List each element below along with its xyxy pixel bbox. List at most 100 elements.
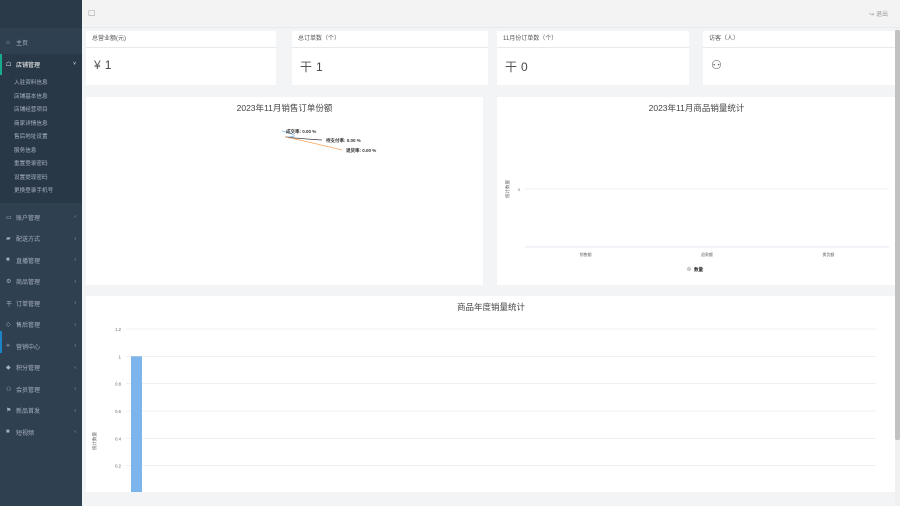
pie-chart: 成交率: 0.00 % 待支付率: 0.00 % 退货率: 0.00 %	[281, 128, 376, 154]
sidebar-submenu: 入驻资料信息 店铺基本信息 店铺经营项目 商家详情信息 售后地址设置 服务信息 重置登录密码…	[0, 75, 82, 203]
stat-card-title: 访客（人）	[703, 31, 896, 48]
sidebar-item-label: 配送方式	[16, 237, 41, 244]
yen-icon: ¥	[94, 58, 101, 72]
submenu-item[interactable]: 店铺经营项目	[0, 104, 82, 118]
sidebar-item[interactable]: ◆ 积分管理 ‹	[0, 357, 82, 379]
submenu-item[interactable]: 服务信息	[0, 145, 82, 159]
stat-card-title: 总订单数（个）	[292, 31, 488, 48]
top-bar: ▢ ↪ 退出	[82, 0, 900, 28]
sidebar-item-label: 营销中心	[16, 344, 41, 351]
sidebar: ⌂ 主页 ☖ 店铺管理 ˅ 入驻资料信息 店铺基本信息 店铺经营项目 商家详情信息 售后地址设置…	[0, 0, 82, 506]
order-icon: 干	[300, 60, 313, 74]
chevron-icon: ‹	[74, 343, 76, 350]
sidebar-item[interactable]: ⚙ 商品管理 ‹	[0, 271, 82, 293]
video-camera-icon: ■	[6, 429, 10, 436]
points-icon: ◆	[6, 365, 11, 372]
sidebar-item-label: 会员管理	[16, 387, 41, 394]
pie-slice-label: 成交率: 0.00 %	[286, 128, 316, 135]
submenu-item[interactable]: 重置登录密码	[0, 158, 82, 172]
x-tick-label: 退款额	[701, 251, 713, 257]
sidebar-item-label: 店铺管理	[16, 62, 41, 69]
pie-leader-line	[284, 136, 323, 141]
chevron-icon: ‹	[74, 235, 76, 242]
marketing-icon: ⟡	[6, 342, 10, 349]
sidebar-item[interactable]: ▭ 账户管理 ‹	[0, 207, 82, 229]
yearly-sales-chart-panel: 商品年度销量统计 1.2 1 0.8 0.6 0.4 0.2 统计数量	[86, 296, 896, 492]
y-tick-label: 0.2	[115, 464, 121, 469]
sidebar-item-label: 积分管理	[16, 366, 41, 373]
sidebar-item[interactable]: 干订单管理 ‹	[0, 293, 82, 315]
x-tick-label: 销售额	[580, 251, 592, 257]
truck-icon: ▰	[6, 236, 11, 243]
y-tick-label: 1.2	[115, 327, 121, 332]
yearly-bar-chart: 1.2 1 0.8 0.6 0.4 0.2 统计数量	[91, 327, 876, 492]
y-tick-label: 0	[518, 187, 521, 192]
monthly-bar-chart: 0 统计数量销售额 退款额 换货额数量	[504, 180, 889, 273]
credit-card-icon: ▭	[6, 214, 12, 221]
submenu-item[interactable]: 店铺基本信息	[0, 91, 82, 105]
sidebar-item[interactable]: ■ 短视频 ‹	[0, 422, 82, 444]
stat-card-total-orders: 总订单数（个） 干1	[292, 31, 488, 85]
y-tick-label: 0.8	[115, 382, 121, 387]
users-icon: ⚇	[711, 58, 722, 72]
logout-button[interactable]: ↪ 退出	[869, 9, 888, 18]
sidebar-item[interactable]: ⚇ 会员管理 ‹	[0, 379, 82, 401]
pie-chart-panel: 2023年11月销售订单份额 成交率: 0.00 % 待支付率: 0.00 % 退货…	[86, 97, 483, 285]
chevron-icon: ‹	[74, 300, 76, 307]
diamond-icon: ◇	[6, 322, 11, 329]
users-icon: ⚇	[6, 386, 12, 393]
chevron-icon: ‹	[74, 321, 76, 328]
pie-slice-label: 退货率: 0.00 %	[346, 147, 376, 154]
sidebar-header	[0, 0, 82, 28]
order-icon: 干	[6, 301, 13, 308]
y-tick-label: 1	[119, 354, 122, 359]
video-icon: ■	[6, 257, 10, 264]
sidebar-item-label: 新品首发	[16, 409, 41, 416]
submenu-item[interactable]: 入驻资料信息	[0, 77, 82, 91]
monitor-icon[interactable]: ▢	[88, 8, 96, 17]
y-axis-label: 统计数量	[91, 432, 98, 450]
x-tick-label: 换货额	[822, 251, 834, 257]
stat-card-value: 1	[316, 59, 323, 74]
sidebar-item[interactable]: ⌂ 主页	[0, 32, 82, 54]
sidebar-item[interactable]: ▰ 配送方式 ‹	[0, 228, 82, 250]
stat-card-revenue: 总营业额(元) ¥1	[86, 31, 276, 85]
sidebar-item-label: 主页	[16, 41, 29, 48]
submenu-item[interactable]: 售后地址设置	[0, 131, 82, 145]
stat-card-title: 总营业额(元)	[86, 31, 276, 48]
pie-slice-label: 待支付率: 0.00 %	[326, 137, 361, 144]
flag-icon: ⚑	[6, 408, 12, 415]
stat-card-month-orders: 11月份订单数（个） 干0	[497, 31, 689, 85]
submenu-item[interactable]: 设置提现密码	[0, 172, 82, 186]
sidebar-item-label: 短视频	[16, 430, 35, 437]
submenu-item[interactable]: 商家详情信息	[0, 118, 82, 132]
sidebar-item-label: 订单管理	[16, 301, 41, 308]
sidebar-item-label: 商品管理	[16, 280, 41, 287]
sidebar-item[interactable]: ◇ 售后管理 ‹	[0, 314, 82, 336]
bar	[131, 356, 142, 492]
stat-card-value: 0	[521, 59, 528, 74]
sidebar-item[interactable]: ⚑ 新品首发 ‹	[0, 400, 82, 422]
scrollbar-thumb[interactable]	[895, 30, 900, 440]
sidebar-item[interactable]: ■ 直播管理 ‹	[0, 250, 82, 272]
chevron-icon: ‹	[74, 429, 76, 436]
sidebar-item[interactable]: ☖ 店铺管理 ˅	[0, 53, 82, 75]
submenu-item[interactable]: 更换登录手机号	[0, 185, 82, 199]
chevron-icon: ‹	[74, 386, 76, 393]
sidebar-item-label: 直播管理	[16, 258, 41, 265]
sidebar-item-label: 售后管理	[16, 323, 41, 330]
chevron-icon: ˅	[73, 61, 76, 68]
home-icon: ⌂	[6, 39, 10, 46]
gear-icon: ⚙	[6, 279, 12, 286]
active-marker	[0, 331, 2, 353]
stat-card-title: 11月份订单数（个）	[497, 31, 689, 48]
y-axis-label: 统计数量	[504, 180, 511, 198]
y-tick-label: 0.4	[115, 436, 121, 441]
chevron-icon: ‹	[74, 278, 76, 285]
chevron-icon: ‹	[74, 364, 76, 371]
sidebar-item[interactable]: ⟡ 营销中心 ‹	[0, 336, 82, 358]
sidebar-item-label: 账户管理	[16, 215, 41, 222]
chevron-icon: ‹	[74, 214, 76, 221]
chevron-icon: ‹	[74, 407, 76, 414]
y-tick-label: 0.6	[115, 409, 121, 414]
